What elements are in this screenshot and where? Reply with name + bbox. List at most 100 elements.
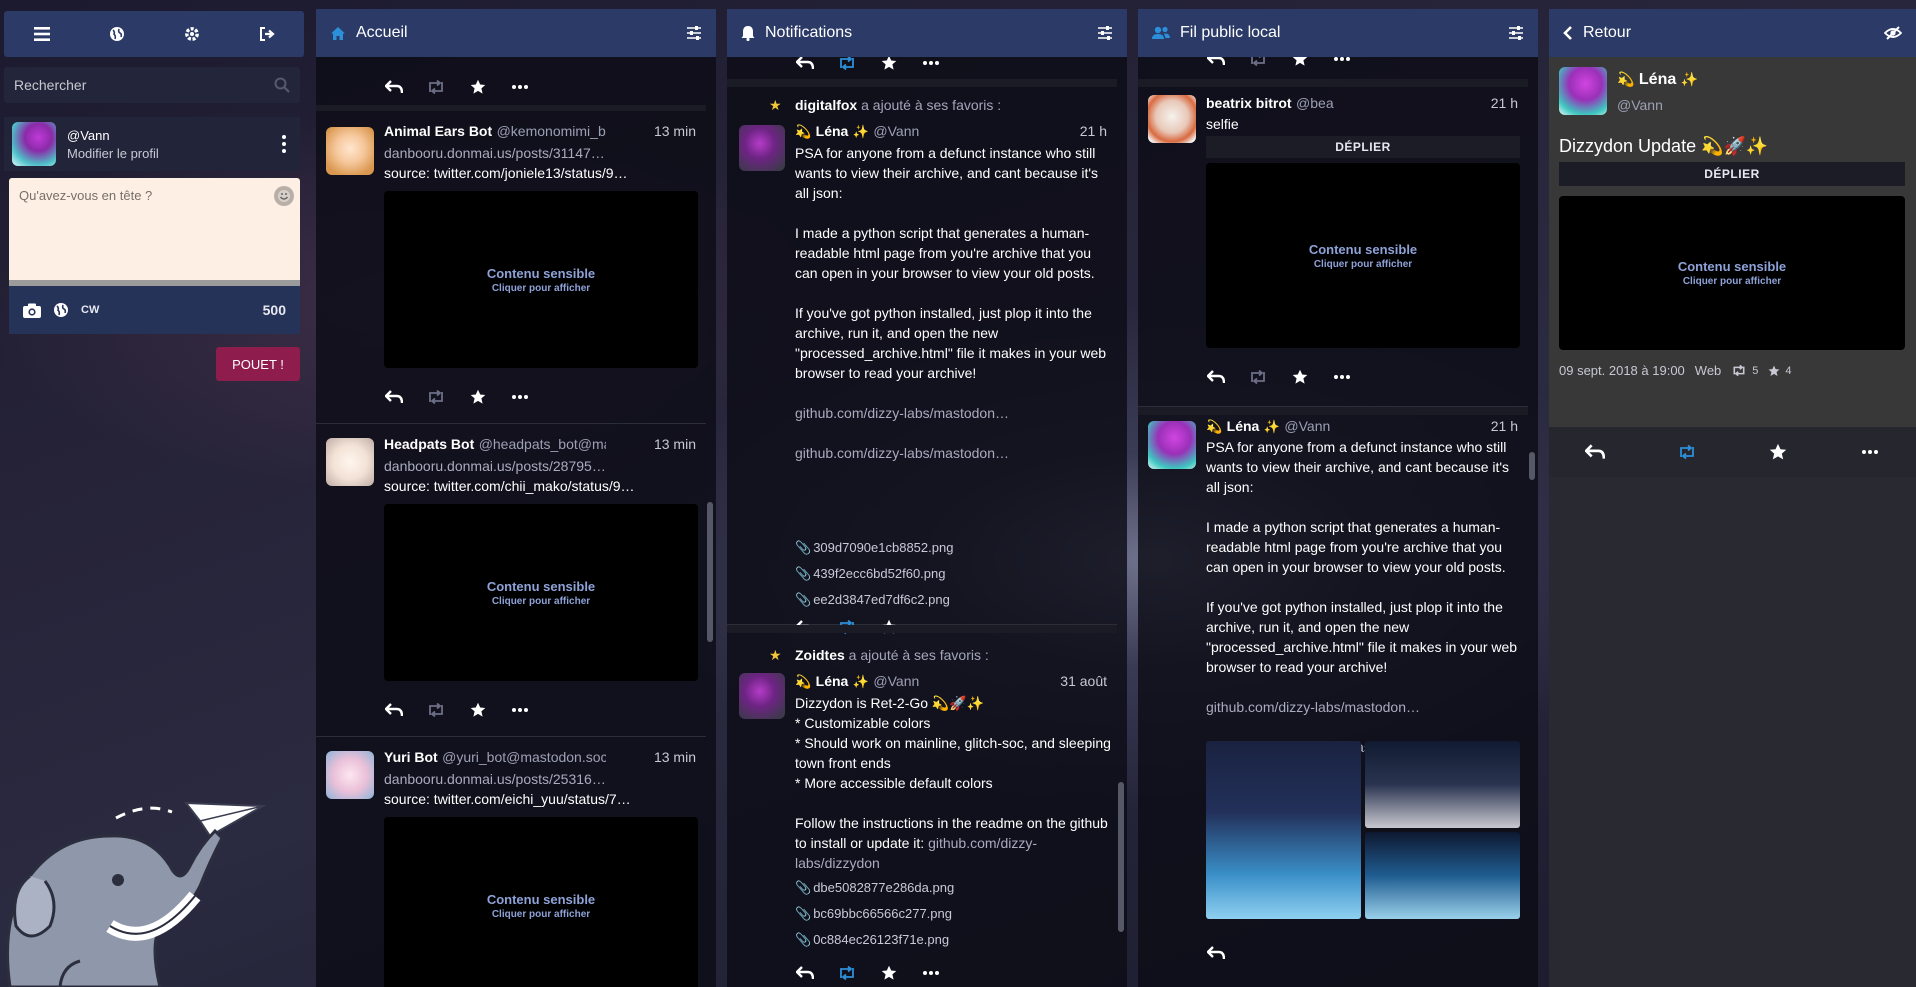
boost-icon[interactable] <box>1248 367 1268 387</box>
more-icon[interactable] <box>921 963 941 983</box>
timestamp[interactable]: 21 h <box>1491 418 1518 434</box>
status-card[interactable]: Animal Ears Bot @kemonomimi_bot@m… 13 mi… <box>316 111 706 424</box>
scrollbar[interactable] <box>1529 452 1535 480</box>
favourite-icon[interactable] <box>1768 442 1788 462</box>
attachment-link[interactable]: 📎 dbe5082877e286da.png <box>795 875 954 901</box>
avatar[interactable] <box>1148 421 1196 469</box>
favourite-count[interactable]: 4 <box>1768 365 1792 377</box>
reply-icon[interactable] <box>1206 367 1226 387</box>
timestamp[interactable]: 13 min <box>654 123 696 139</box>
more-icon[interactable] <box>510 700 530 720</box>
profile-handle[interactable]: @Vann <box>67 128 276 143</box>
scrollbar[interactable] <box>707 502 713 642</box>
display-name[interactable]: Headpats Bot <box>384 436 474 452</box>
attachment-link[interactable]: 📎 309d7090e1cb8852.png <box>795 535 953 561</box>
more-icon[interactable] <box>510 77 530 97</box>
display-name[interactable]: Léna <box>816 123 849 139</box>
edit-profile-link[interactable]: Modifier le profil <box>67 146 276 161</box>
camera-icon[interactable] <box>23 303 41 318</box>
account-handle[interactable]: @headpats_bot@mastod… <box>479 436 606 452</box>
boost-icon[interactable] <box>1677 442 1697 462</box>
favourite-icon[interactable] <box>468 387 488 407</box>
pouet-button[interactable]: POUET ! <box>216 347 300 381</box>
cw-toggle[interactable]: CW <box>81 304 99 316</box>
eye-slash-icon[interactable] <box>1884 26 1902 40</box>
media-thumbnail[interactable] <box>1206 741 1361 919</box>
compose-textarea[interactable] <box>9 178 300 280</box>
account-handle[interactable]: @bea <box>1296 95 1334 111</box>
account-handle[interactable]: @yuri_bot@mastodon.social <box>442 749 606 765</box>
display-name[interactable]: Yuri Bot <box>384 749 438 765</box>
kebab-menu-icon[interactable] <box>276 135 292 153</box>
boost-icon[interactable] <box>426 700 446 720</box>
boost-count[interactable]: 5 <box>1731 365 1758 377</box>
timestamp[interactable]: 31 août <box>1060 673 1107 689</box>
status-link[interactable]: github.com/dizzy-labs/mastodon… <box>795 403 1115 423</box>
media-thumbnail[interactable] <box>1365 741 1520 828</box>
sensitive-media[interactable]: Contenu sensible Cliquer pour afficher <box>384 504 698 681</box>
boost-icon[interactable] <box>837 963 857 983</box>
timestamp[interactable]: 21 h <box>1080 123 1107 139</box>
column-header-home[interactable]: Accueil <box>316 9 716 57</box>
attachment-link[interactable]: 📎 ee2d3847ed7df6c2.png <box>795 587 953 613</box>
reply-icon[interactable] <box>384 387 404 407</box>
sliders-icon[interactable] <box>1508 26 1524 40</box>
attachment-link[interactable]: 📎 0c884ec26123f71e.png <box>795 927 954 953</box>
notification-actor[interactable]: digitalfox <box>795 97 857 113</box>
sliders-icon[interactable] <box>686 26 702 40</box>
emoji-picker-icon[interactable] <box>274 186 294 206</box>
account-handle[interactable]: @Vann <box>873 123 919 139</box>
back-chevron-icon[interactable] <box>1563 26 1573 40</box>
notification-actor[interactable]: Zoidtes <box>795 647 845 663</box>
status-link[interactable]: github.com/dizzy-labs/mastodon… <box>795 443 1115 463</box>
display-name[interactable]: Léna <box>1227 418 1260 434</box>
account-handle[interactable]: @Vann <box>873 673 919 689</box>
menu-icon[interactable] <box>22 14 62 54</box>
attachment-link[interactable]: 📎 439f2ecc6bd52f60.png <box>795 561 953 587</box>
expand-cw-button[interactable]: DÉPLIER <box>1206 136 1520 158</box>
timestamp[interactable]: 13 min <box>654 436 696 452</box>
sliders-icon[interactable] <box>1097 26 1113 40</box>
display-name[interactable]: Léna <box>816 673 849 689</box>
status-card[interactable]: beatrix bitrot @bea 21 h selfie DÉPLIER … <box>1138 87 1528 407</box>
avatar[interactable] <box>1148 95 1196 143</box>
avatar[interactable] <box>326 751 374 799</box>
status-link[interactable]: github.com/dizzy-labs/mastodon… <box>1206 697 1526 717</box>
logout-icon[interactable] <box>247 14 287 54</box>
column-header-local[interactable]: Fil public local <box>1138 9 1538 57</box>
status-card[interactable]: 💫 Léna ✨ @Vann 21 h PSA for anyone from … <box>1138 415 1528 987</box>
expand-cw-button[interactable]: DÉPLIER <box>1559 162 1905 186</box>
display-name[interactable]: Léna <box>1639 71 1676 88</box>
attachment-link[interactable]: 📎 bc69bbc66566c277.png <box>795 901 954 927</box>
status-date[interactable]: 09 sept. 2018 à 19:00 <box>1559 363 1685 378</box>
avatar[interactable] <box>1559 67 1607 115</box>
more-icon[interactable] <box>1860 442 1880 462</box>
column-header-notifications[interactable]: Notifications <box>727 9 1127 57</box>
status-link[interactable]: danbooru.donmai.us/posts/25316… <box>384 769 606 789</box>
status-card[interactable]: Yuri Bot @yuri_bot@mastodon.social 13 mi… <box>316 737 706 987</box>
favourite-icon[interactable] <box>468 700 488 720</box>
favourite-icon[interactable] <box>879 963 899 983</box>
reply-icon[interactable] <box>1584 442 1605 462</box>
reply-icon[interactable] <box>384 77 404 97</box>
globe-icon[interactable] <box>53 302 69 318</box>
sensitive-media[interactable]: Contenu sensible Cliquer pour afficher <box>1206 163 1520 348</box>
back-button[interactable]: Retour <box>1583 24 1884 42</box>
reply-icon[interactable] <box>1206 943 1226 963</box>
reply-icon[interactable] <box>795 963 815 983</box>
sensitive-media[interactable]: Contenu sensible Cliquer pour afficher <box>384 817 698 987</box>
search-input[interactable] <box>14 77 254 93</box>
favourite-icon[interactable] <box>1290 367 1310 387</box>
globe-icon[interactable] <box>97 14 137 54</box>
account-handle[interactable]: @kemonomimi_bot@m… <box>497 123 606 139</box>
display-name[interactable]: beatrix bitrot <box>1206 95 1292 111</box>
gear-icon[interactable] <box>172 14 212 54</box>
timestamp[interactable]: 13 min <box>654 749 696 765</box>
search-icon[interactable] <box>274 77 290 93</box>
avatar[interactable] <box>326 438 374 486</box>
account-handle[interactable]: @Vann <box>1617 97 1663 113</box>
more-icon[interactable] <box>510 387 530 407</box>
status-link[interactable]: danbooru.donmai.us/posts/31147… <box>384 143 605 163</box>
boost-icon[interactable] <box>426 77 446 97</box>
sensitive-media[interactable]: Contenu sensible Cliquer pour afficher <box>384 191 698 368</box>
